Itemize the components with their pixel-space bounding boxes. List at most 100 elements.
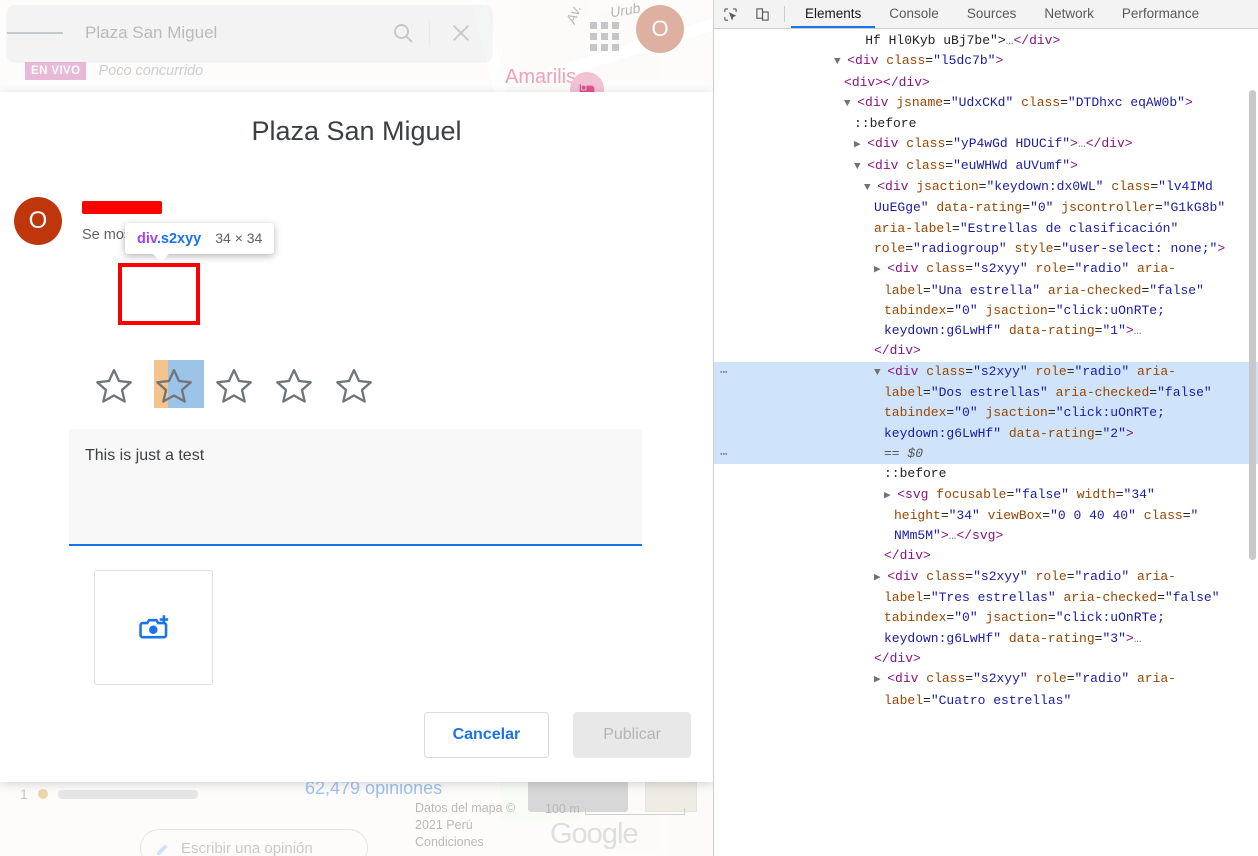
dom-token-attrval: "euWHWd aUVumf" [953,157,1071,173]
cancel-button[interactable]: Cancelar [423,712,550,758]
inspect-element-icon[interactable] [714,0,746,28]
dom-node[interactable]: </div> [714,649,1258,669]
dom-tree-scrollbar[interactable] [1249,90,1256,560]
star-rating-2[interactable] [146,358,204,414]
dom-node[interactable]: ▼ <div jsname="UdxCKd" class="DTDhxc eqA… [714,93,1258,114]
dom-node[interactable]: ▶ <svg focusable="false" width="34" heig… [714,485,1258,547]
dom-node[interactable]: ::before [714,114,1258,134]
tab-network[interactable]: Network [1030,0,1108,28]
dom-token-attrval: "G1kG8b" [1162,200,1226,216]
reviewer-avatar: O [14,197,62,245]
dom-token-plain: = [945,136,954,152]
dom-token-attrname: aria-checked [1047,282,1142,298]
chevron-down-icon[interactable]: ▼ [864,182,877,194]
star-rating-4[interactable] [266,358,322,414]
star-rating-5[interactable] [326,358,382,414]
map-place-label-amarilis: Amarilis [505,66,577,88]
chevron-right-icon[interactable]: ▶ [874,572,887,584]
review-textarea[interactable]: This is just a test [69,429,642,546]
dom-token-attrval: "s2xyy" [973,261,1028,277]
dom-tree[interactable]: Hf Hl0Kyb uBj7be">…</div> ▼ <div class="l… [714,29,1258,856]
dom-node[interactable]: ▶ <div class="s2xyy" role="radio" aria-l… [714,567,1258,649]
dom-node[interactable]: ▼ <div jsaction="keydown:dx0WL" class="l… [714,177,1258,259]
dom-node-selected[interactable]: ⋯ ▼ <div class="s2xyy" role="radio" aria-… [714,361,1258,444]
dom-token-plain: = [1182,507,1191,523]
chevron-down-icon[interactable]: ▼ [834,56,847,68]
chevron-right-icon[interactable]: ▶ [874,264,887,276]
dom-token-attrval: "0" [954,302,978,318]
dom-node[interactable]: ▼ <div class="euWHWd aUVumf"> [714,156,1258,177]
histogram-dot [37,789,48,799]
star-rating-3[interactable] [206,358,262,414]
dom-node[interactable]: </div> [714,341,1258,361]
dom-node[interactable]: </div> [714,546,1258,566]
star-rating-1[interactable] [86,358,142,414]
dom-token-plain: = [1154,200,1163,216]
dom-token-tagname: div [851,74,876,90]
dom-token-attrname: class [926,671,966,687]
dom-token-punct: </svg> [956,528,1004,544]
search-bar[interactable]: Plaza San Miguel [7,5,492,61]
add-photo-button[interactable] [94,570,213,685]
tab-sources[interactable]: Sources [953,0,1031,28]
dom-node-selected[interactable]: ⋯ == $0 [714,443,1258,465]
dom-token-plain: = [945,157,954,173]
tab-console[interactable]: Console [875,0,953,28]
dom-node-text: </div> [714,546,1258,566]
toolbar-separator [784,6,785,22]
write-review-button[interactable]: Escribir una opinión [140,829,368,856]
chevron-right-icon[interactable]: ▶ [874,674,887,686]
dom-node[interactable]: ::before [714,464,1258,484]
dom-node[interactable]: ▼ <div class="l5dc7b"> [714,51,1258,72]
dom-token-punct: > [1125,425,1134,441]
dom-node[interactable]: Hf Hl0Kyb uBj7be">…</div> [714,31,1258,51]
dom-token-attrval: "Estrellas de clasificación" [959,220,1179,236]
dom-token-dollar: == $0 [884,445,924,461]
dom-token-attrval: "radio" [1074,671,1130,687]
dom-token-punct: < [887,363,896,379]
map-street-label-av: Av. [562,2,585,26]
dom-node[interactable]: ▶ <div class="yP4wGd HDUCif">…</div> [714,134,1258,155]
chevron-right-icon[interactable]: ▶ [854,139,867,151]
dom-node[interactable]: ▶ <div class="s2xyy" role="radio" aria-l… [714,669,1258,711]
account-avatar[interactable]: O [636,5,684,53]
devtools-inspect-tooltip: div.s2xyy 34 × 34 [125,223,275,262]
dom-node[interactable]: ▶ <div class="s2xyy" role="radio" aria-l… [714,259,1258,341]
tab-performance[interactable]: Performance [1108,0,1213,28]
dom-token-punct: > [1184,94,1193,110]
dom-token-attrname: jsaction [916,179,979,195]
dom-node-ellipsis: ⋯ [720,364,730,380]
chevron-down-icon[interactable]: ▼ [854,161,867,173]
histogram-star-number: 1 [20,786,28,802]
histogram-bar [57,789,198,799]
dom-token-plain: = [905,240,914,256]
search-input[interactable]: Plaza San Miguel [63,23,377,43]
chevron-right-icon[interactable]: ▶ [884,490,897,502]
dialog-title: Plaza San Miguel [251,116,462,146]
dom-token-plain: = [923,590,931,606]
device-toolbar-icon[interactable] [746,0,778,28]
close-icon[interactable] [430,22,492,44]
dom-token-attrval: "yP4wGd HDUCif" [953,136,1071,152]
map-scale-bar [585,808,685,815]
rating-stars-group[interactable] [86,358,382,414]
dom-token-punct: < [887,671,896,687]
dom-token-punct: < [847,53,856,69]
dom-node[interactable]: <div></div> [714,73,1258,93]
dom-token-attrname: height [894,507,941,523]
apps-grid-icon[interactable] [590,22,619,51]
tab-elements[interactable]: Elements [791,0,876,28]
dom-token-tagname: div [895,568,919,584]
chevron-down-icon[interactable]: ▼ [844,98,857,110]
chevron-down-icon[interactable]: ▼ [874,367,887,379]
dom-token-punct: > [1125,630,1134,646]
search-icon[interactable] [377,21,429,45]
dom-token-plain: = [1066,568,1075,584]
dom-token-attrname: width [1076,486,1116,502]
dom-token-attrname: viewBox [987,507,1043,523]
hamburger-menu-icon[interactable] [7,29,64,37]
dom-token-attrval: "radio" [1074,568,1130,584]
dom-token-attrname: data-rating [1008,425,1095,441]
dom-token-attrname: class [906,157,946,173]
dom-token-attrval: "Tres estrellas" [930,590,1056,606]
